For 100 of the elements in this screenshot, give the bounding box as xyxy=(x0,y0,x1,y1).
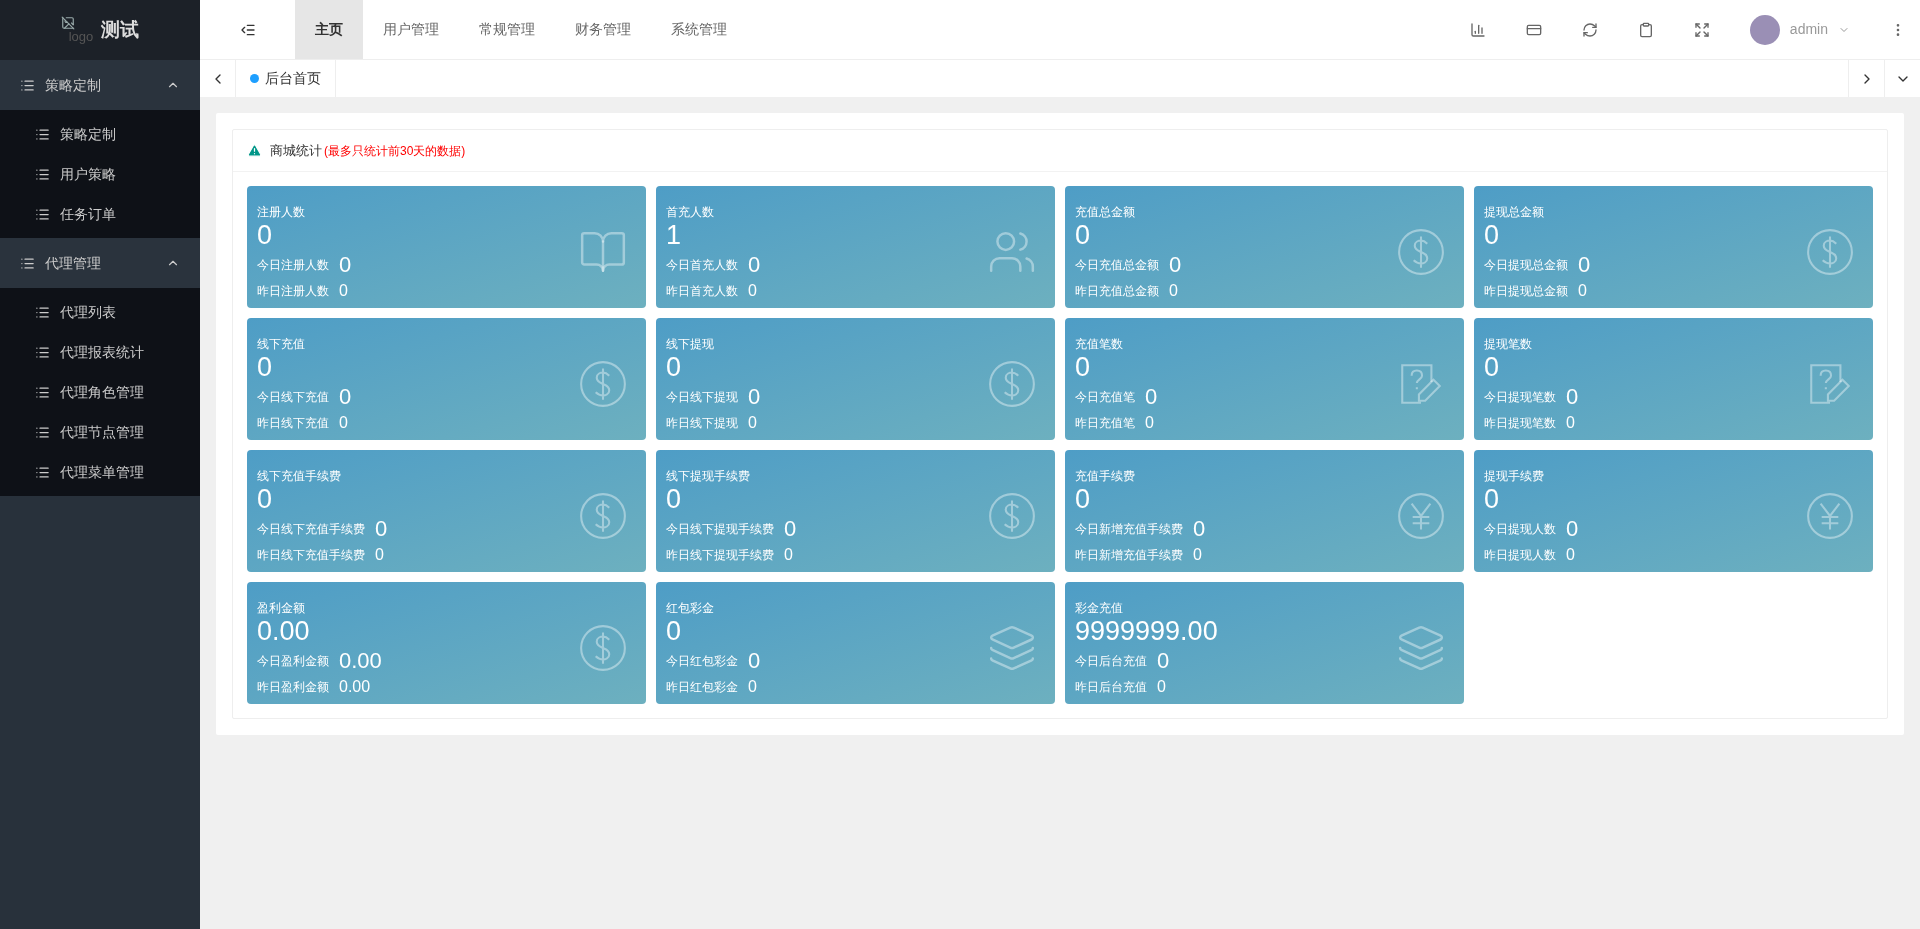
stat-title: 提现笔数 xyxy=(1484,335,1533,353)
page-tab[interactable]: 后台首页 xyxy=(236,60,336,97)
sidebar-item[interactable]: 代理角色管理 xyxy=(0,372,200,412)
today-label: 今日盈利金额 xyxy=(257,652,329,670)
today-label: 今日后台充值 xyxy=(1075,652,1147,670)
chart-icon[interactable] xyxy=(1469,21,1486,38)
stat-value: 9999999.00 xyxy=(1075,616,1218,645)
yesterday-value: 0 xyxy=(1157,676,1166,697)
sidebar-item[interactable]: 代理列表 xyxy=(0,292,200,332)
stat-value: 0 xyxy=(666,616,683,645)
yesterday-label: 昨日充值总金额 xyxy=(1075,282,1159,300)
today-label: 今日充值总金额 xyxy=(1075,256,1159,274)
yesterday-value: 0 xyxy=(748,676,757,697)
yesterday-label: 昨日新增充值手续费 xyxy=(1075,546,1183,564)
list-icon xyxy=(35,344,50,360)
stat-value: 1 xyxy=(666,220,683,249)
list-icon xyxy=(35,126,50,142)
today-label: 今日线下充值 xyxy=(257,388,329,406)
today-label: 今日充值笔 xyxy=(1075,388,1135,406)
list-icon xyxy=(20,255,35,271)
stat-title: 线下充值手续费 xyxy=(257,467,342,485)
today-value: 0 xyxy=(1169,250,1182,279)
dollar-icon xyxy=(578,358,628,409)
yesterday-label: 昨日提现人数 xyxy=(1484,546,1556,564)
nav-tab[interactable]: 财务管理 xyxy=(555,0,651,59)
list-icon xyxy=(35,166,50,182)
today-label: 今日线下提现 xyxy=(666,388,738,406)
list-icon xyxy=(35,424,50,440)
yesterday-value: 0 xyxy=(1145,412,1154,433)
yesterday-label: 昨日线下充值手续费 xyxy=(257,546,365,564)
stat-title: 提现手续费 xyxy=(1484,467,1545,485)
logo-alt-text: logo xyxy=(68,30,94,44)
today-value: 0 xyxy=(748,646,761,675)
nav-tab[interactable]: 常规管理 xyxy=(459,0,555,59)
today-label: 今日提现总金额 xyxy=(1484,256,1568,274)
yen-icon xyxy=(1396,490,1446,541)
today-value: 0 xyxy=(1566,382,1579,411)
sidebar-item[interactable]: 代理节点管理 xyxy=(0,412,200,452)
panel-note: (最多只统计前30天的数据) xyxy=(324,142,466,160)
dollar-icon xyxy=(578,622,628,673)
clipboard-icon[interactable] xyxy=(1637,21,1654,38)
avatar[interactable] xyxy=(1749,14,1780,45)
stat-title: 首充人数 xyxy=(666,203,715,221)
broken-image-icon xyxy=(60,16,75,30)
yesterday-value: 0 xyxy=(784,544,793,565)
yesterday-value: 0 xyxy=(1566,412,1575,433)
sidebar-item[interactable]: 用户策略 xyxy=(0,154,200,194)
refresh-icon[interactable] xyxy=(1581,21,1598,38)
yesterday-value: 0 xyxy=(375,544,384,565)
stat-title: 盈利金额 xyxy=(257,599,306,617)
stat-title: 注册人数 xyxy=(257,203,306,221)
stat-value: 0 xyxy=(257,220,274,249)
yesterday-label: 昨日盈利金额 xyxy=(257,678,329,696)
today-label: 今日红包彩金 xyxy=(666,652,738,670)
sidebar-item[interactable]: 代理菜单管理 xyxy=(0,452,200,492)
sidebar-item[interactable]: 策略定制 xyxy=(0,114,200,154)
nav-tab[interactable]: 系统管理 xyxy=(651,0,747,59)
yesterday-label: 昨日提现笔数 xyxy=(1484,414,1556,432)
stat-title: 充值手续费 xyxy=(1075,467,1136,485)
today-value: 0 xyxy=(339,250,352,279)
fullscreen-icon[interactable] xyxy=(1693,21,1710,38)
nav-tab[interactable]: 主页 xyxy=(295,0,363,59)
today-value: 0 xyxy=(1566,514,1579,543)
yesterday-value: 0.00 xyxy=(339,676,371,697)
today-value: 0 xyxy=(1578,250,1591,279)
yesterday-value: 0 xyxy=(1578,280,1587,301)
today-value: 0.00 xyxy=(339,646,382,675)
stat-title: 线下提现 xyxy=(666,335,715,353)
yesterday-label: 昨日首充人数 xyxy=(666,282,738,300)
today-value: 0 xyxy=(375,514,388,543)
list-icon xyxy=(20,77,35,93)
stat-value: 0 xyxy=(1075,484,1092,513)
today-value: 0 xyxy=(748,250,761,279)
stat-title: 充值总金额 xyxy=(1075,203,1136,221)
today-label: 今日首充人数 xyxy=(666,256,738,274)
yesterday-label: 昨日线下提现手续费 xyxy=(666,546,774,564)
logo-title: 测试 xyxy=(101,17,140,42)
stat-value: 0 xyxy=(1484,484,1501,513)
yesterday-value: 0 xyxy=(1566,544,1575,565)
yesterday-value: 0 xyxy=(748,412,757,433)
today-label: 今日新增充值手续费 xyxy=(1075,520,1183,538)
today-value: 0 xyxy=(1157,646,1170,675)
warning-icon xyxy=(247,143,262,158)
stat-value: 0.00 xyxy=(257,616,311,645)
sidebar-item[interactable]: 代理报表统计 xyxy=(0,332,200,372)
stat-value: 0 xyxy=(1484,220,1501,249)
stat-value: 0 xyxy=(1484,352,1501,381)
today-label: 今日提现笔数 xyxy=(1484,388,1556,406)
yesterday-label: 昨日后台充值 xyxy=(1075,678,1147,696)
yesterday-value: 0 xyxy=(1193,544,1202,565)
today-value: 0 xyxy=(1145,382,1158,411)
stat-title: 红包彩金 xyxy=(666,599,715,617)
nav-tab[interactable]: 用户管理 xyxy=(363,0,459,59)
list-icon xyxy=(35,206,50,222)
sidebar-item[interactable]: 任务订单 xyxy=(0,194,200,234)
today-label: 今日线下充值手续费 xyxy=(257,520,365,538)
yesterday-value: 0 xyxy=(1169,280,1178,301)
dollar-icon xyxy=(578,490,628,541)
stat-title: 提现总金额 xyxy=(1484,203,1545,221)
stat-value: 0 xyxy=(666,484,683,513)
